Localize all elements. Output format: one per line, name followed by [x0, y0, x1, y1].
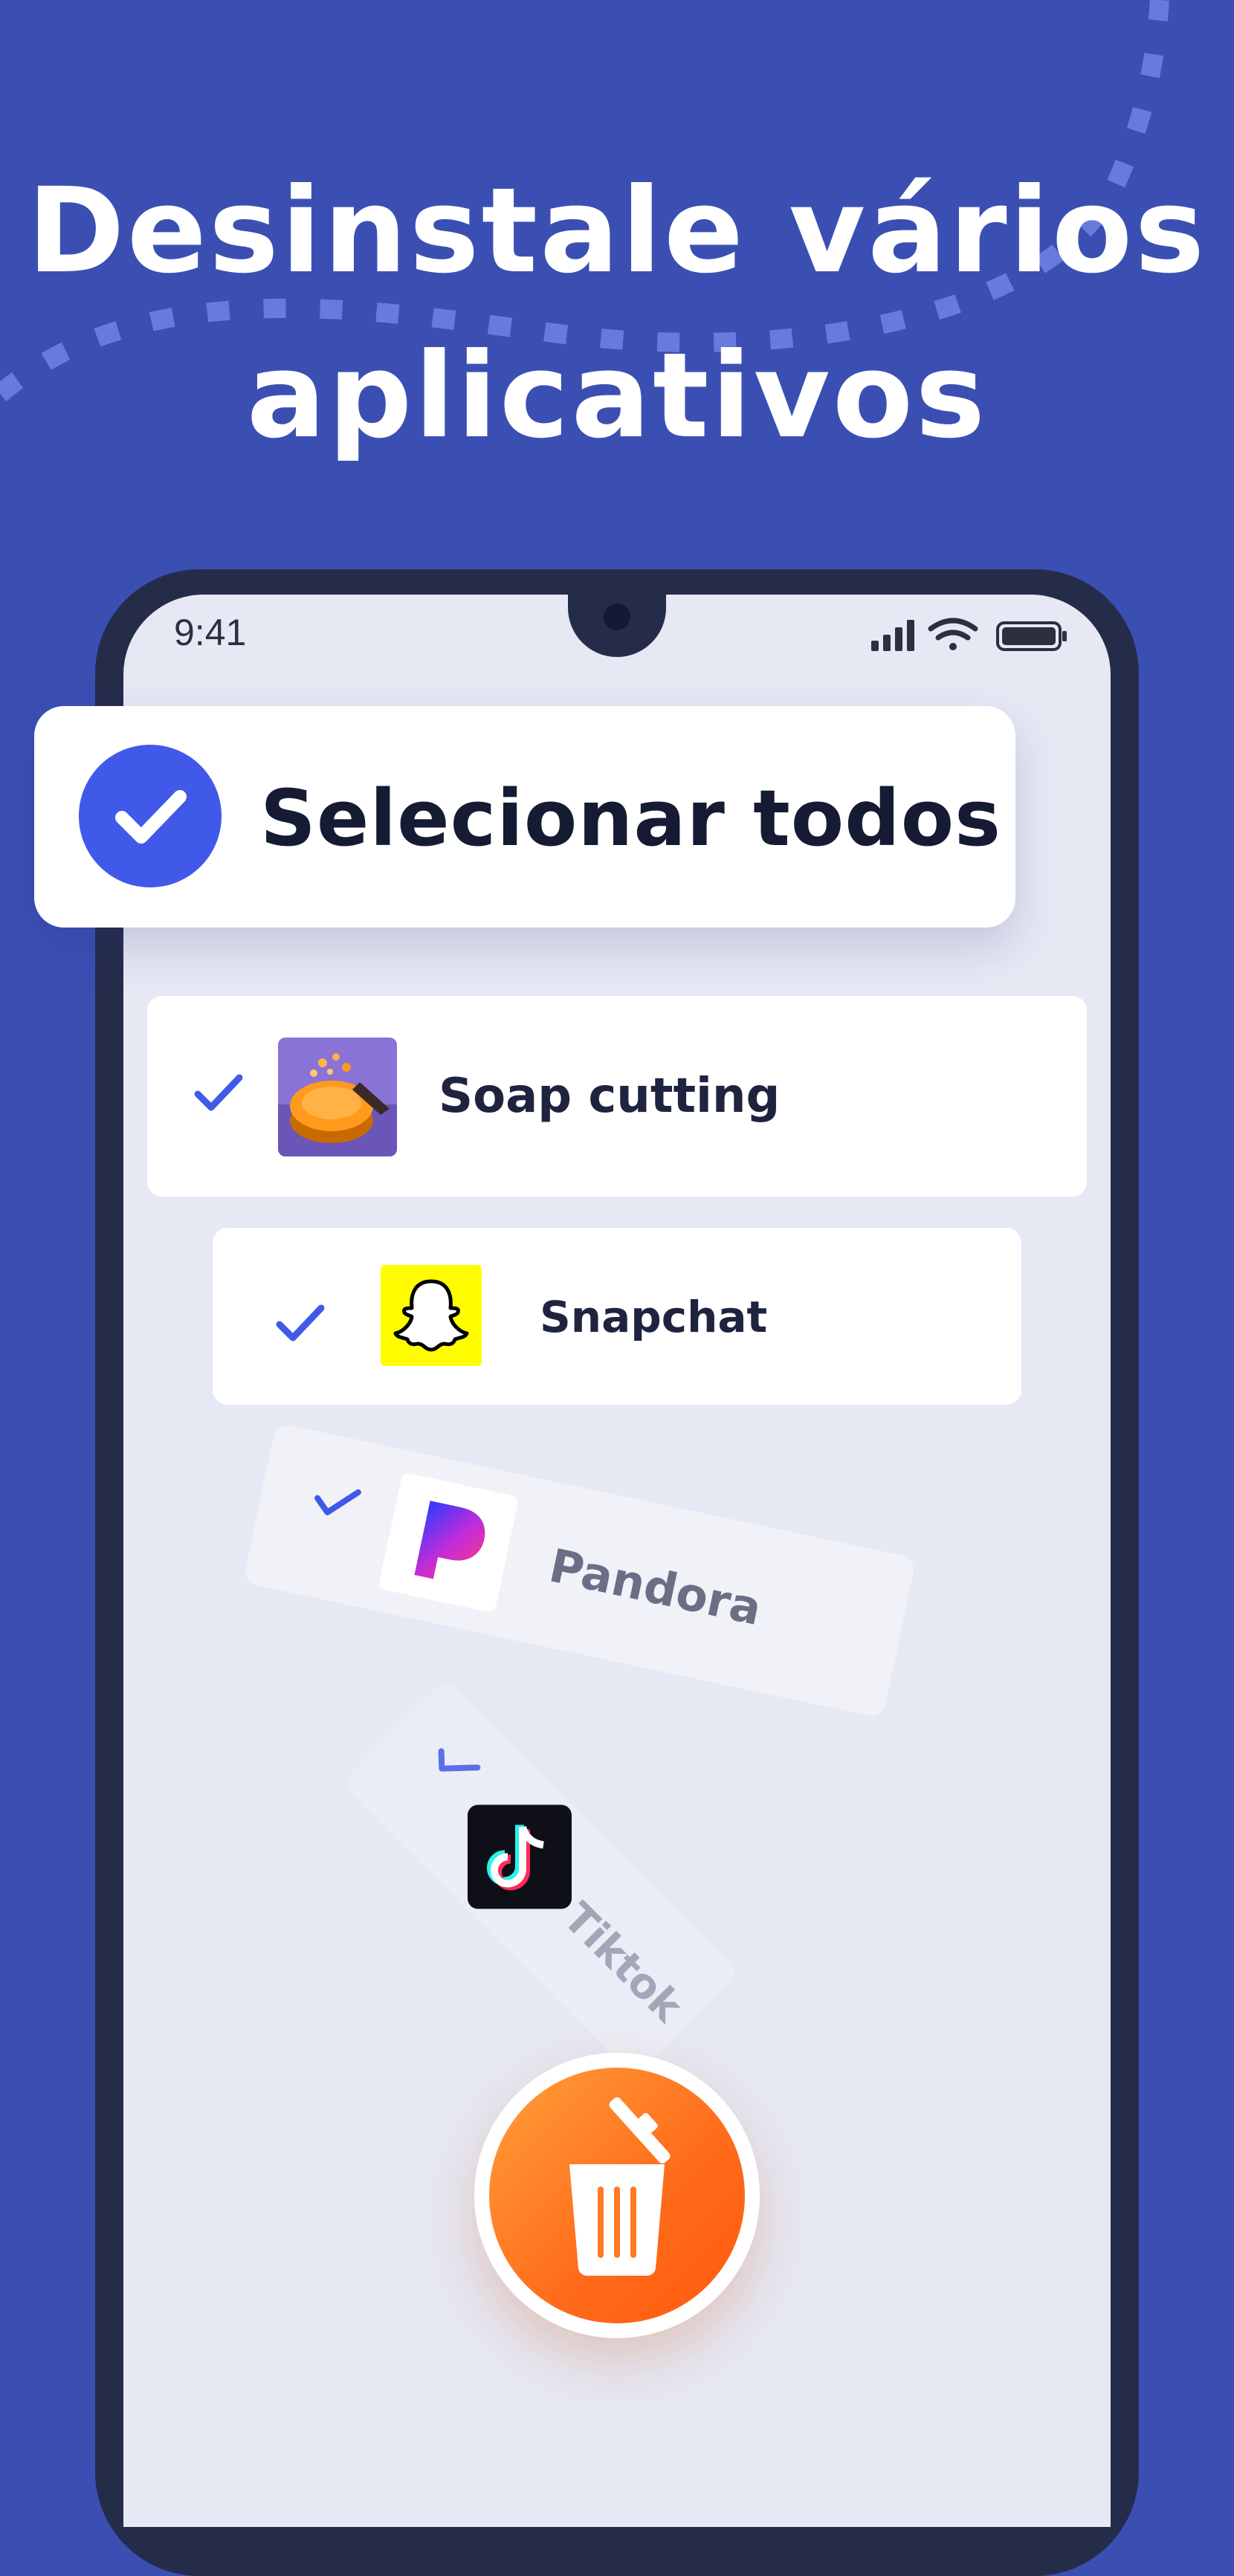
select-all-label: Selecionar todos — [260, 773, 1002, 864]
app-name: Tiktok — [553, 1893, 692, 2032]
checkmark-icon[interactable] — [427, 1735, 484, 1791]
select-all-check[interactable] — [79, 745, 222, 887]
checkmark-icon[interactable] — [310, 1478, 363, 1524]
pandora-app-icon — [378, 1472, 520, 1614]
signal-icon — [871, 620, 914, 651]
headline-line-1: Desinstale vários — [27, 163, 1207, 300]
camera-icon — [604, 603, 630, 630]
select-all-toggle[interactable]: Selecionar todos — [34, 706, 1015, 928]
trash-icon — [569, 2097, 671, 2276]
snapchat-app-icon — [381, 1265, 482, 1366]
app-item-soap-cutting[interactable]: Soap cutting — [147, 996, 1087, 1197]
app-name: Snapchat — [540, 1292, 768, 1342]
headline-line-2: aplicativos — [246, 328, 988, 465]
checkmark-icon[interactable] — [193, 1072, 244, 1113]
headline: Desinstale vários aplicativos — [0, 149, 1234, 479]
checkmark-icon[interactable] — [275, 1302, 326, 1344]
status-icons — [871, 618, 1067, 651]
app-name: Soap cutting — [439, 1069, 781, 1124]
app-name: Pandora — [544, 1538, 766, 1637]
uninstall-button-fill — [489, 2068, 745, 2323]
checkmark-icon — [115, 790, 187, 844]
tiktok-app-icon — [467, 1805, 572, 1909]
soap-cutting-app-icon — [278, 1038, 397, 1156]
app-item-snapchat[interactable]: Snapchat — [213, 1228, 1021, 1405]
wifi-icon — [928, 618, 978, 650]
status-time: 9:41 — [174, 612, 247, 653]
uninstall-button[interactable] — [474, 2053, 760, 2338]
battery-icon — [996, 621, 1067, 651]
